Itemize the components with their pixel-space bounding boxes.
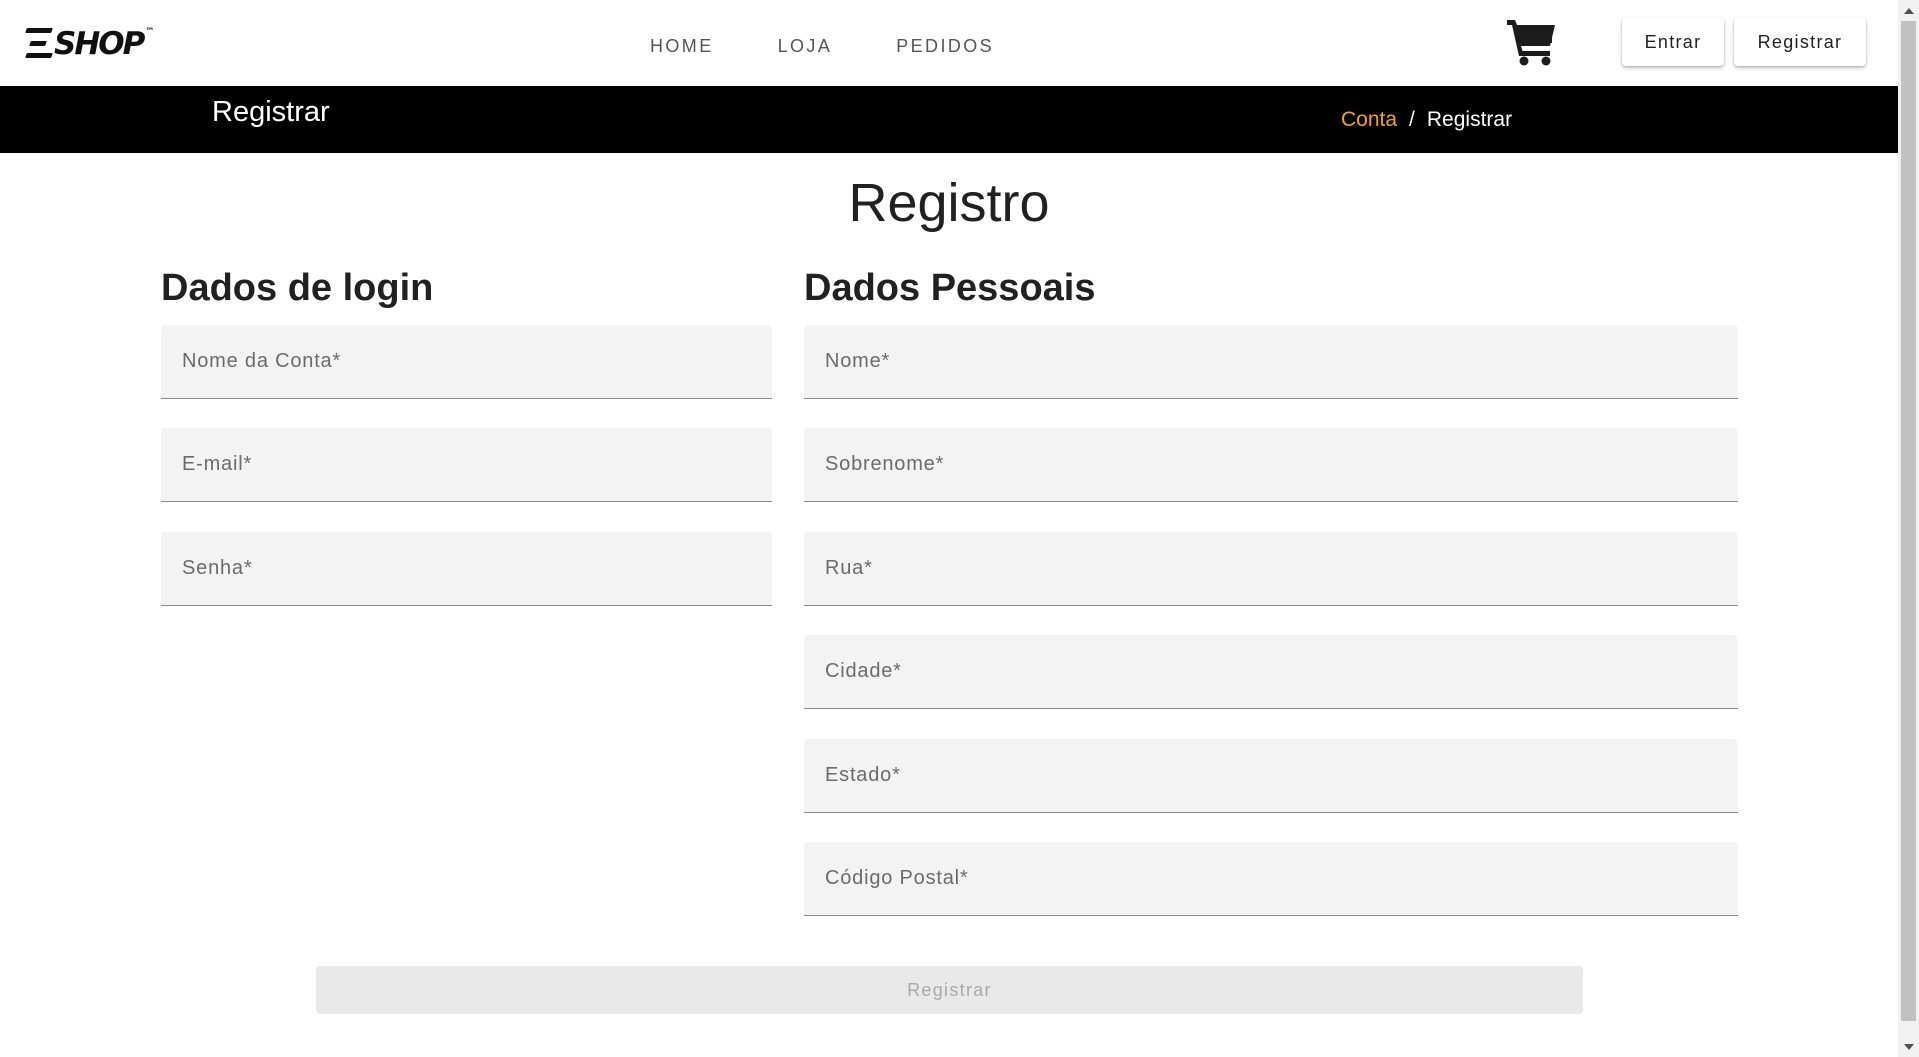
nav-loja[interactable]: LOJA [778,36,833,57]
last-name-field[interactable] [804,428,1738,502]
scrollbar-thumb[interactable] [1901,21,1916,1021]
page: SHOP ™ HOME LOJA PEDIDOS Entrar Registra… [0,0,1898,1057]
vertical-scrollbar[interactable] [1898,0,1919,1057]
street-field[interactable] [804,532,1738,606]
first-name-input[interactable] [804,325,1738,398]
register-button[interactable]: Registrar [1734,18,1866,66]
breadcrumb: Conta / Registrar [1341,108,1512,132]
scroll-down-arrow-icon[interactable] [1898,1036,1919,1057]
street-input[interactable] [804,532,1738,605]
city-input[interactable] [804,635,1738,708]
nav-home[interactable]: HOME [650,36,714,57]
account-name-input[interactable] [161,325,772,398]
breadcrumb-link-conta[interactable]: Conta [1341,108,1397,132]
password-input[interactable] [161,532,772,605]
city-field[interactable] [804,635,1738,709]
scroll-up-arrow-icon[interactable] [1898,0,1919,21]
banner-title: Registrar [212,96,330,128]
email-field[interactable] [161,428,772,502]
account-name-field[interactable] [161,325,772,399]
first-name-field[interactable] [804,325,1738,399]
logo[interactable]: SHOP ™ [25,26,155,62]
postal-code-input[interactable] [804,842,1738,915]
login-section-title: Dados de login [161,267,434,309]
page-title: Registro [848,173,1050,233]
breadcrumb-separator: / [1409,108,1415,131]
state-field[interactable] [804,739,1738,813]
state-input[interactable] [804,739,1738,812]
shopping-cart-icon[interactable] [1505,16,1559,66]
last-name-input[interactable] [804,428,1738,501]
submit-register-button[interactable]: Registrar [316,966,1583,1014]
password-field[interactable] [161,532,772,606]
login-button[interactable]: Entrar [1622,18,1724,66]
logo-mark-icon [25,28,53,58]
nav-pedidos[interactable]: PEDIDOS [896,36,994,57]
email-input[interactable] [161,428,772,501]
logo-trademark: ™ [145,27,155,37]
main-nav: HOME LOJA PEDIDOS [650,36,1058,57]
page-banner: Registrar Conta / Registrar [0,86,1898,153]
breadcrumb-current: Registrar [1426,108,1513,131]
personal-section-title: Dados Pessoais [804,267,1096,309]
postal-code-field[interactable] [804,842,1738,916]
navbar: SHOP ™ HOME LOJA PEDIDOS Entrar Registra… [0,0,1898,86]
logo-text: SHOP [54,26,145,62]
